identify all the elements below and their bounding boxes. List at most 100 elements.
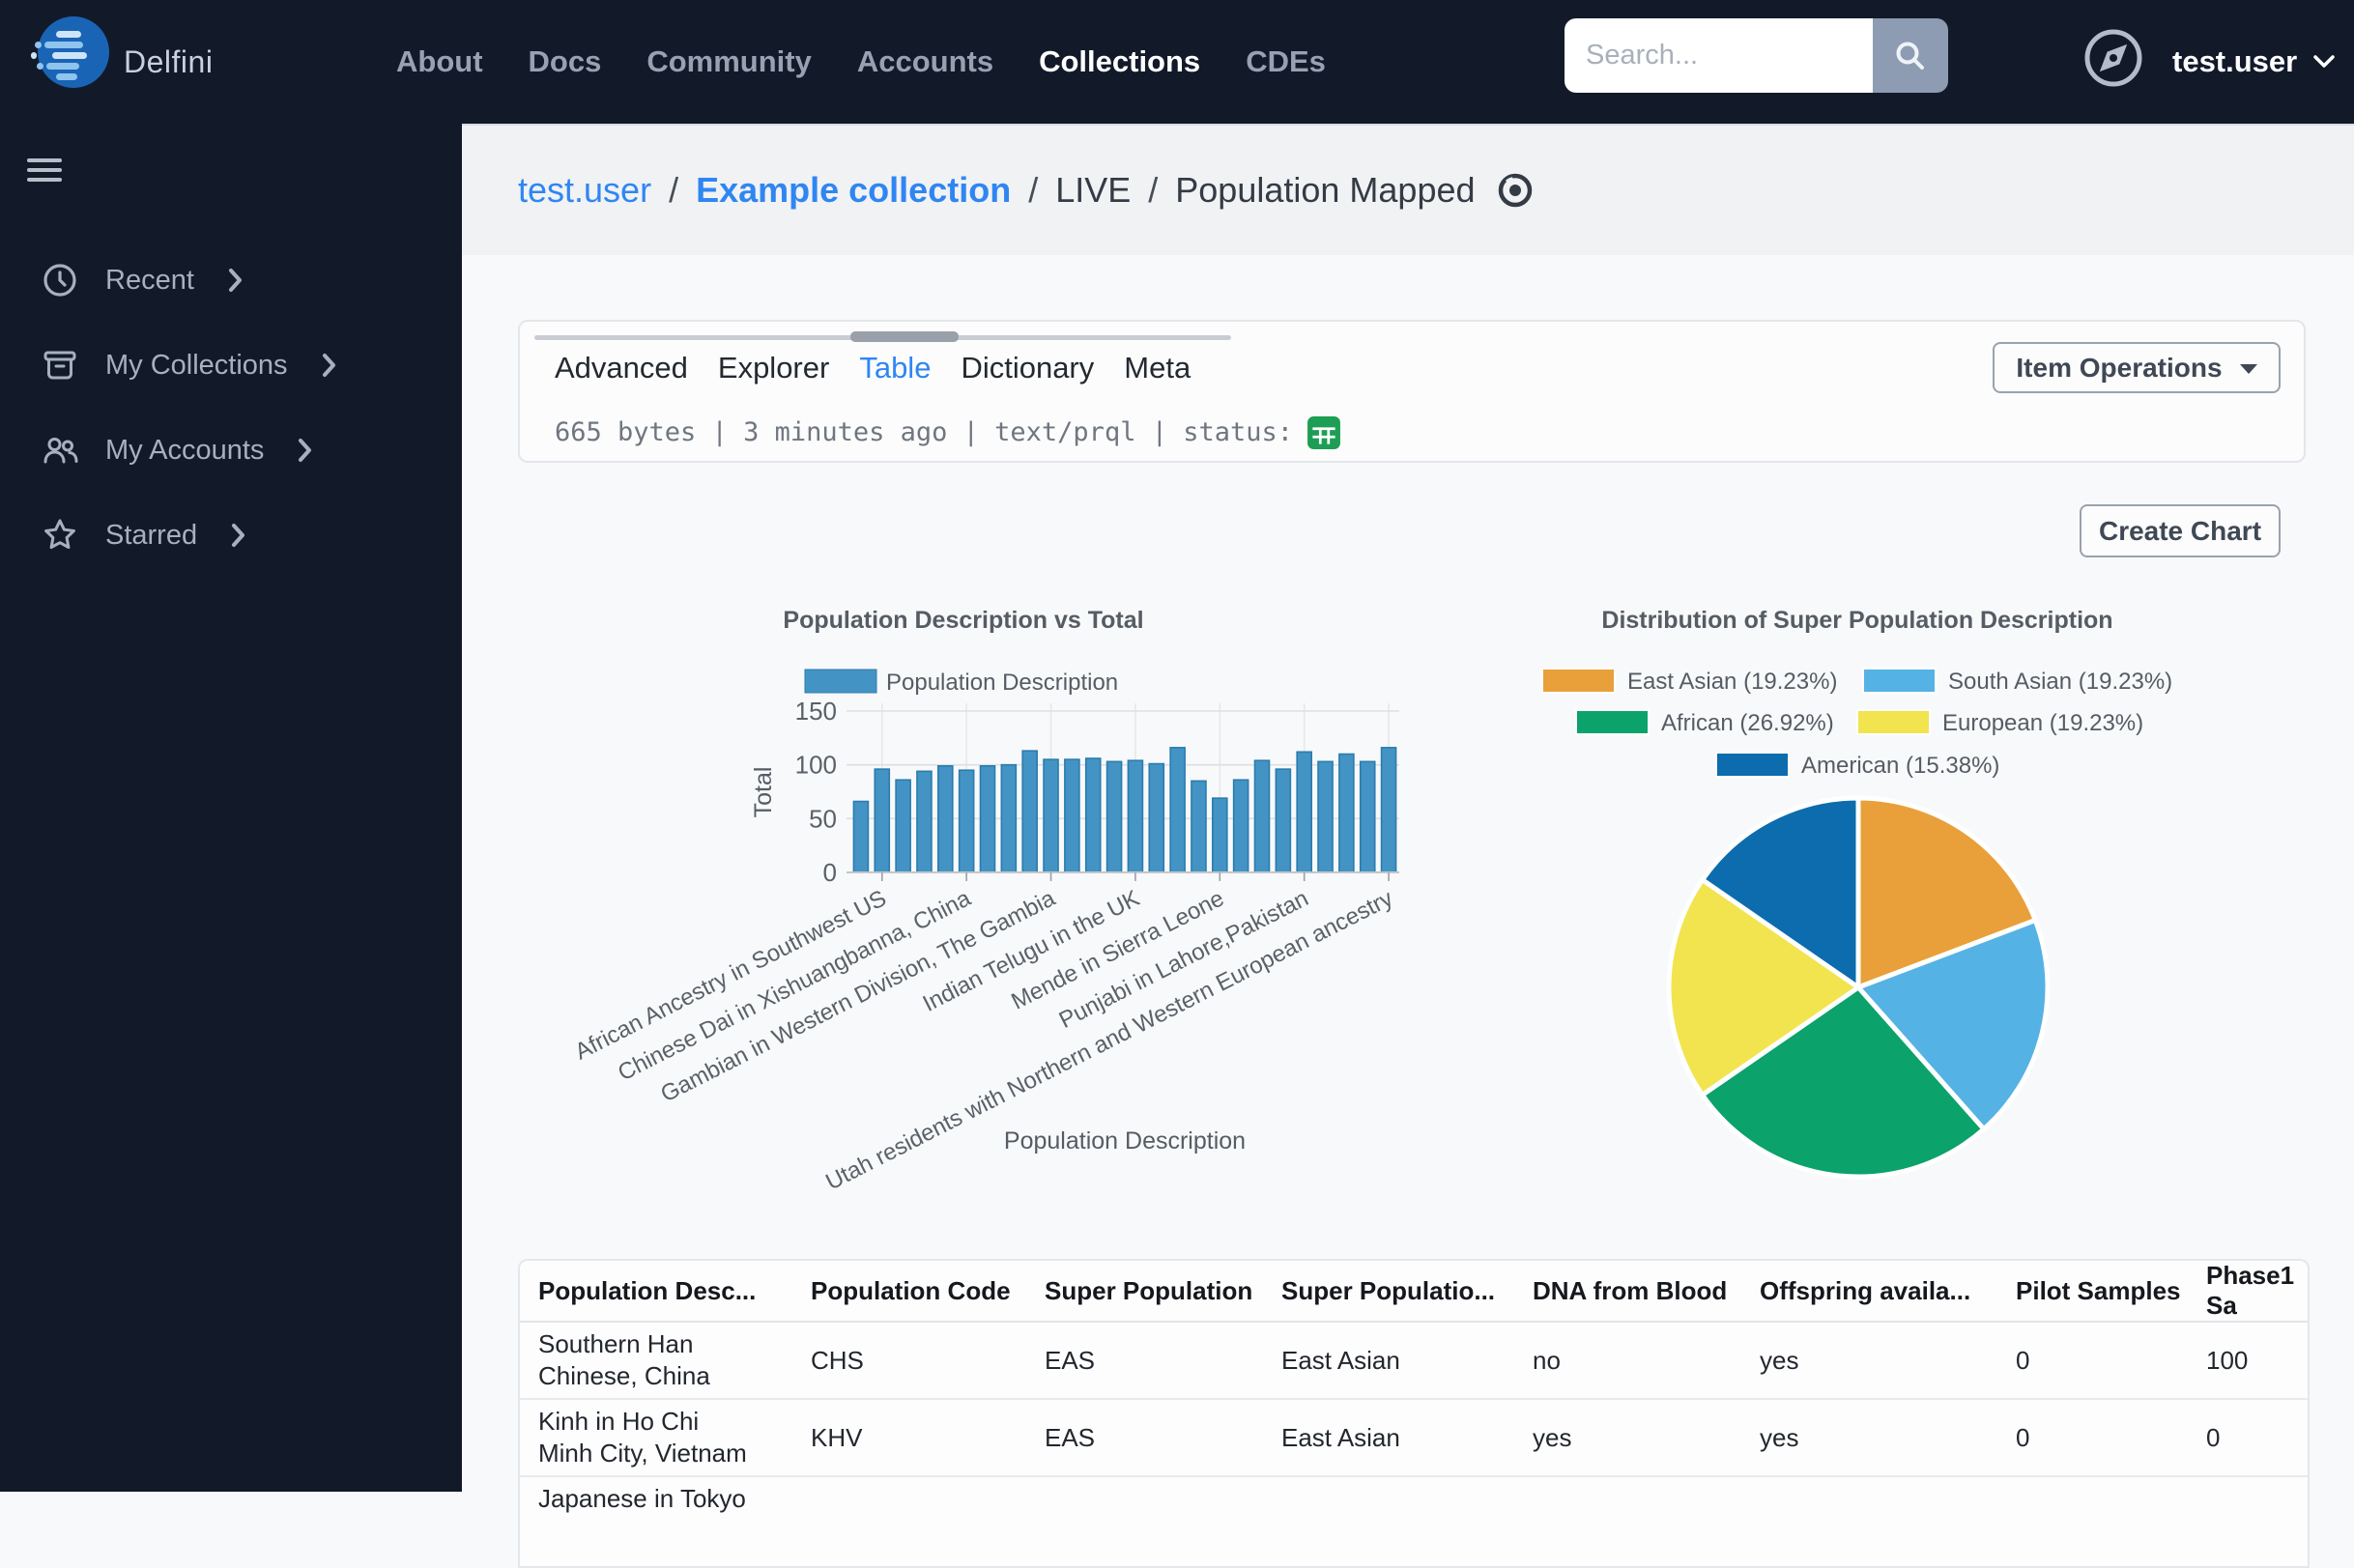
nav-item-community[interactable]: Community	[646, 44, 812, 79]
data-table-card: Population Desc... Population Code Super P…	[518, 1259, 2310, 1568]
table-column-header[interactable]: Population Desc...	[520, 1261, 792, 1322]
people-icon	[43, 438, 78, 464]
nav-item-cdes[interactable]: CDEs	[1246, 44, 1326, 79]
breadcrumb: test.user / Example collection / LIVE / Popula…	[518, 126, 1536, 255]
svg-text:50: 50	[809, 804, 837, 833]
sidebar: Recent My Collections My Accounts Starred	[0, 124, 462, 1492]
table-cell: KHV	[811, 1422, 863, 1452]
table-cell: EAS	[1045, 1345, 1096, 1375]
sidebar-item-label: My Accounts	[105, 434, 265, 466]
primary-nav: About Docs Community Accounts Collections CDE…	[396, 0, 1326, 124]
data-table: Population Desc... Population Code Super P…	[520, 1261, 2308, 1566]
eye-icon[interactable]	[1495, 170, 1536, 211]
hamburger-icon[interactable]	[27, 158, 62, 187]
search-input[interactable]	[1565, 18, 1873, 93]
table-column-header[interactable]: Population Code	[792, 1261, 1026, 1322]
search-box	[1565, 18, 1948, 93]
sidebar-item-my-accounts[interactable]: My Accounts	[0, 408, 462, 493]
table-cell	[1026, 1476, 1263, 1566]
item-operations-button[interactable]: Item Operations	[1993, 342, 2281, 393]
table-header-row: Population Desc... Population Code Super P…	[520, 1261, 2308, 1322]
table-row[interactable]: Southern Han Chinese, China CHS EAS East As…	[520, 1322, 2308, 1399]
tab-advanced[interactable]: Advanced	[555, 351, 688, 385]
item-meta-text: 665 bytes | 3 minutes ago | text/prql | …	[555, 416, 1294, 447]
table-cell: no	[1533, 1345, 1561, 1375]
tab-scrollbar-thumb[interactable]	[850, 331, 959, 342]
nav-item-docs[interactable]: Docs	[529, 44, 602, 79]
tab-meta[interactable]: Meta	[1124, 351, 1191, 385]
tab-dictionary[interactable]: Dictionary	[961, 351, 1094, 385]
table-column-header[interactable]: Super Populatio...	[1263, 1261, 1514, 1322]
create-chart-label: Create Chart	[2098, 515, 2262, 546]
clock-icon	[43, 264, 76, 297]
top-nav: Delfini About Docs Community Accounts Collec…	[0, 0, 2354, 124]
table-cell: 0	[2206, 1422, 2221, 1452]
table-cell: East Asian	[1281, 1422, 1400, 1452]
tab-table[interactable]: Table	[859, 351, 931, 385]
create-chart-button[interactable]: Create Chart	[2080, 504, 2281, 557]
pie-legend-label: European (19.23%)	[1942, 710, 2143, 736]
table-column-header[interactable]: Super Population	[1026, 1261, 1263, 1322]
bar-legend-label: Population Description	[886, 670, 1118, 696]
table-cell: CHS	[811, 1345, 864, 1375]
breadcrumb-item-2[interactable]: Example collection	[696, 170, 1011, 211]
app-root: Delfini About Docs Community Accounts Collec…	[0, 0, 2354, 1568]
nav-item-accounts[interactable]: Accounts	[857, 44, 993, 79]
table-column-header[interactable]: Offspring availa...	[1741, 1261, 1997, 1322]
username: test.user	[2172, 44, 2298, 78]
pie-legend-label: African (26.92%)	[1661, 710, 1834, 736]
table-cell: 0	[2016, 1345, 2030, 1375]
compass-icon[interactable]	[2082, 27, 2144, 89]
bar-legend-swatch	[804, 669, 877, 694]
chevron-right-icon	[232, 524, 245, 547]
nav-item-about[interactable]: About	[396, 44, 483, 79]
sidebar-item-label: Starred	[105, 519, 198, 551]
pie-legend: East Asian (19.23%) South Asian (19.23%) A…	[1541, 668, 2172, 779]
chevron-right-icon	[228, 269, 242, 292]
svg-text:0: 0	[823, 858, 837, 887]
sidebar-item-my-collections[interactable]: My Collections	[0, 323, 462, 408]
sidebar-item-recent[interactable]: Recent	[0, 238, 462, 323]
pie-legend-swatch	[1575, 709, 1650, 735]
bar-chart-title: Population Description vs Total	[783, 607, 1143, 634]
search-button[interactable]	[1873, 18, 1948, 93]
item-operations-label: Item Operations	[2016, 352, 2223, 383]
collections-box-icon	[43, 351, 76, 380]
table-cell: yes	[1760, 1345, 1799, 1375]
breadcrumb-item-1[interactable]: test.user	[518, 170, 651, 211]
table-cell	[1263, 1476, 1514, 1566]
table-cell: Kinh in Ho Chi Minh City, Vietnam	[538, 1407, 747, 1468]
item-panel: Advanced Explorer Table Dictionary Meta 665 …	[518, 320, 2306, 463]
table-row[interactable]: Kinh in Ho Chi Minh City, Vietnam KHV EAS E…	[520, 1399, 2308, 1476]
pie-legend-label: East Asian (19.23%)	[1627, 669, 1837, 695]
star-icon	[44, 519, 75, 549]
chevron-down-icon	[2313, 55, 2335, 68]
caret-down-icon	[2239, 364, 2257, 374]
breadcrumb-item-4: Population Mapped	[1175, 170, 1476, 210]
svg-text:Chinese Dai in Xishuangbanna,: Chinese Dai in Xishuangbanna, China	[614, 885, 975, 1086]
table-cell: EAS	[1045, 1422, 1096, 1452]
pie-legend-swatch	[1715, 752, 1790, 778]
item-meta: 665 bytes | 3 minutes ago | text/prql | …	[555, 413, 1341, 450]
table-cell: 100	[2206, 1345, 2249, 1375]
bar-x-axis-title: Population Description	[1004, 1127, 1246, 1155]
bar-y-axis-title: Total	[750, 767, 777, 818]
pie-legend-swatch	[1862, 668, 1937, 694]
table-column-header[interactable]: DNA from Blood	[1514, 1261, 1741, 1322]
table-column-header[interactable]: Phase1 Sa	[2188, 1261, 2308, 1322]
bar-chart: Population Description vs Total Populati…	[571, 607, 1399, 1196]
pie-chart-title: Distribution of Super Population Descrip…	[1601, 607, 2112, 634]
svg-text:150: 150	[795, 697, 837, 726]
sidebar-item-starred[interactable]: Starred	[0, 493, 462, 578]
table-row[interactable]: Japanese in Tokyo	[520, 1476, 2308, 1566]
tab-explorer[interactable]: Explorer	[718, 351, 829, 385]
table-cell: Southern Han Chinese, China	[538, 1329, 710, 1390]
table-cell: yes	[1760, 1422, 1799, 1452]
breadcrumb-item-3: LIVE	[1055, 170, 1132, 210]
delfini-logo-icon[interactable]	[29, 12, 110, 93]
table-cell: Japanese in Tokyo	[538, 1484, 746, 1513]
table-column-header[interactable]: Pilot Samples	[1997, 1261, 2188, 1322]
nav-item-collections[interactable]: Collections	[1039, 44, 1200, 79]
user-menu[interactable]: test.user	[2172, 0, 2336, 124]
pie-chart: Distribution of Super Population Descrip…	[1541, 607, 2172, 1180]
